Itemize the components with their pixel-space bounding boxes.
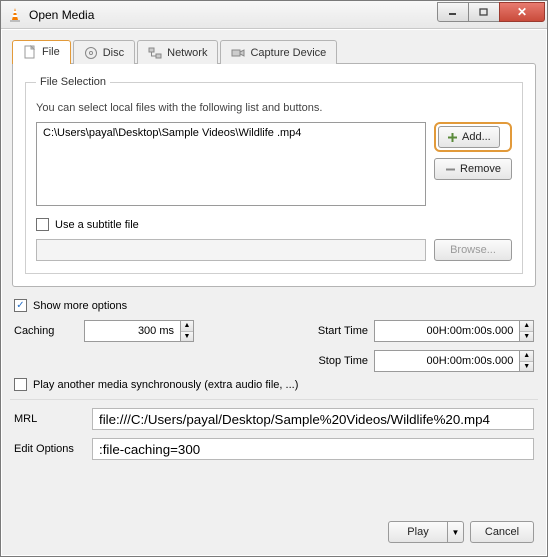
checkbox-box-checked: ✓	[14, 299, 27, 312]
mrl-label: MRL	[14, 413, 84, 425]
minimize-icon	[448, 8, 458, 16]
subtitle-path-input	[36, 239, 426, 261]
browse-subtitle-button: Browse...	[434, 239, 512, 261]
mrl-input[interactable]	[92, 408, 534, 430]
chevron-down-icon: ▼	[452, 528, 460, 537]
use-subtitle-checkbox[interactable]: Use a subtitle file	[36, 218, 139, 231]
cancel-button-label: Cancel	[485, 526, 519, 538]
play-sync-label: Play another media synchronously (extra …	[33, 379, 298, 391]
edit-options-label: Edit Options	[14, 443, 84, 455]
capture-icon	[231, 46, 245, 60]
stop-time-spinner[interactable]: ▲▼	[374, 350, 534, 372]
network-icon	[148, 46, 162, 60]
tab-network-label: Network	[167, 47, 207, 59]
tab-network[interactable]: Network	[137, 40, 218, 64]
plus-icon	[447, 132, 458, 143]
caching-label: Caching	[14, 325, 84, 337]
spin-down-icon[interactable]: ▼	[520, 332, 533, 342]
spin-down-icon[interactable]: ▼	[520, 362, 533, 372]
add-button-highlight: Add...	[434, 122, 512, 152]
start-time-spinner[interactable]: ▲▼	[374, 320, 534, 342]
browse-label: Browse...	[450, 244, 496, 256]
tab-panel-file: File Selection You can select local file…	[12, 63, 536, 287]
checkbox-box	[14, 378, 27, 391]
start-time-label: Start Time	[304, 325, 374, 337]
file-selection-hint: You can select local files with the foll…	[36, 102, 512, 114]
client-area: File Disc Network Capture Device	[2, 30, 546, 555]
cancel-button[interactable]: Cancel	[470, 521, 534, 543]
maximize-button[interactable]	[468, 2, 500, 22]
play-split-button[interactable]: Play ▼	[388, 521, 464, 543]
file-list[interactable]: C:\Users\payal\Desktop\Sample Videos\Wil…	[36, 122, 426, 206]
caching-spinner[interactable]: ▲▼	[84, 320, 194, 342]
minimize-button[interactable]	[437, 2, 469, 22]
vlc-icon	[7, 7, 23, 23]
window-buttons: ✕	[438, 2, 545, 22]
disc-icon	[84, 46, 98, 60]
show-more-options-checkbox[interactable]: ✓ Show more options	[14, 299, 536, 312]
window-title: Open Media	[29, 8, 438, 22]
play-sync-checkbox[interactable]: Play another media synchronously (extra …	[14, 378, 534, 391]
add-button-label: Add...	[462, 131, 491, 143]
stop-time-input[interactable]	[374, 350, 519, 372]
tab-file[interactable]: File	[12, 40, 71, 64]
file-icon	[23, 45, 37, 59]
stop-time-label: Stop Time	[304, 355, 374, 367]
maximize-icon	[479, 8, 489, 16]
close-icon: ✕	[517, 5, 527, 19]
file-list-item[interactable]: C:\Users\payal\Desktop\Sample Videos\Wil…	[43, 127, 419, 139]
play-button-label: Play	[407, 526, 428, 538]
caching-input[interactable]	[84, 320, 180, 342]
file-selection-legend: File Selection	[36, 76, 110, 88]
open-media-window: Open Media ✕ File	[0, 0, 548, 557]
edit-options-input[interactable]	[92, 438, 534, 460]
add-button[interactable]: Add...	[438, 126, 500, 148]
tab-disc[interactable]: Disc	[73, 40, 135, 64]
separator	[10, 399, 538, 400]
tab-bar: File Disc Network Capture Device	[12, 40, 536, 64]
tab-capture-label: Capture Device	[250, 47, 326, 59]
tab-file-label: File	[42, 46, 60, 58]
spin-up-icon[interactable]: ▲	[520, 351, 533, 362]
titlebar: Open Media ✕	[1, 1, 547, 29]
checkbox-box	[36, 218, 49, 231]
show-more-options-label: Show more options	[33, 300, 127, 312]
spin-up-icon[interactable]: ▲	[181, 321, 193, 332]
dialog-footer: Play ▼ Cancel	[388, 521, 534, 543]
use-subtitle-label: Use a subtitle file	[55, 219, 139, 231]
options-grid: Caching ▲▼ Start Time ▲▼ Stop Time ▲▼	[14, 320, 534, 372]
remove-button-label: Remove	[460, 163, 501, 175]
spin-down-icon[interactable]: ▼	[181, 332, 193, 342]
tab-disc-label: Disc	[103, 47, 124, 59]
start-time-input[interactable]	[374, 320, 519, 342]
remove-button[interactable]: Remove	[434, 158, 512, 180]
tab-capture[interactable]: Capture Device	[220, 40, 337, 64]
play-dropdown-toggle[interactable]: ▼	[448, 521, 464, 543]
file-selection-group: File Selection You can select local file…	[25, 76, 523, 274]
minus-icon	[445, 164, 456, 175]
spin-up-icon[interactable]: ▲	[520, 321, 533, 332]
close-button[interactable]: ✕	[499, 2, 545, 22]
play-button[interactable]: Play	[388, 521, 448, 543]
